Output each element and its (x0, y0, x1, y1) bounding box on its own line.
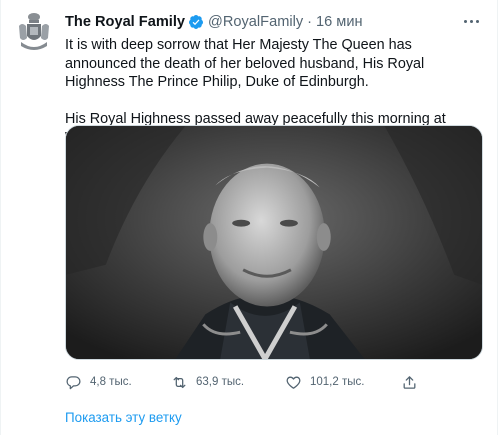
heart-icon (286, 376, 301, 389)
tweet-photo[interactable] (65, 125, 483, 360)
retweet-count: 63,9 тыс. (196, 376, 245, 388)
royal-coat-of-arms-avatar[interactable] (17, 12, 51, 52)
more-options-icon[interactable] (461, 14, 481, 28)
reply-icon (66, 375, 81, 389)
author-handle[interactable]: @RoyalFamily (208, 14, 303, 30)
retweet-icon (173, 376, 186, 388)
separator-dot: · (307, 14, 313, 30)
tweet-timestamp[interactable]: 16 мин (316, 14, 363, 30)
tweet-actions: 4,8 тыс. 63,9 тыс. 101,2 тыс. (65, 372, 425, 392)
reply-count: 4,8 тыс. (90, 376, 132, 388)
tweet-paragraph: It is with deep sorrow that Her Majesty … (65, 37, 425, 90)
tweet-header: The Royal Family @RoyalFamily · 16 мин (65, 12, 363, 32)
tweet[interactable]: The Royal Family @RoyalFamily · 16 мин I… (0, 0, 498, 435)
author-name[interactable]: The Royal Family (65, 14, 185, 30)
reply-button[interactable]: 4,8 тыс. (65, 372, 132, 392)
share-button[interactable] (401, 372, 426, 392)
like-count: 101,2 тыс. (310, 376, 365, 388)
like-button[interactable]: 101,2 тыс. (285, 372, 364, 392)
share-icon (403, 375, 416, 389)
retweet-button[interactable]: 63,9 тыс. (171, 372, 244, 392)
verified-badge-icon (189, 15, 204, 29)
show-thread-link[interactable]: Показать эту ветку (65, 410, 182, 425)
